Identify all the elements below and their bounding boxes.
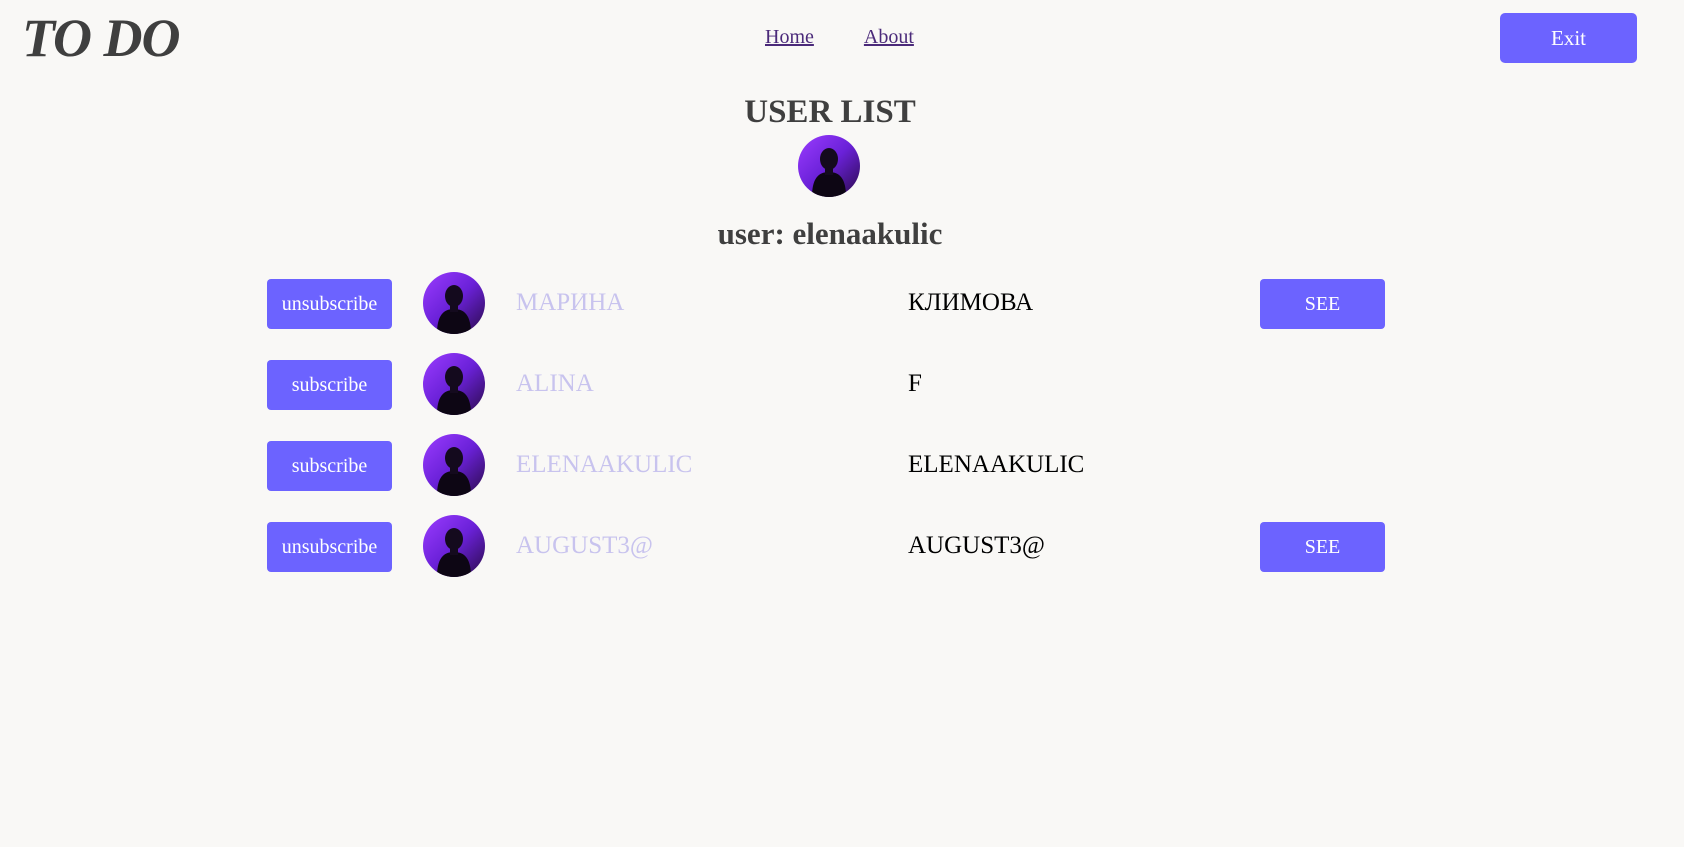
user-first-name: ELENAAKULIC [516, 451, 693, 478]
see-button[interactable]: SEE [1260, 522, 1385, 572]
exit-button[interactable]: Exit [1500, 13, 1637, 63]
nav-link-home[interactable]: Home [765, 26, 814, 49]
user-row: unsubscribe AUGUST3@ AUGUST3@ SEE [267, 515, 1387, 596]
see-button[interactable]: SEE [1260, 279, 1385, 329]
user-silhouette-icon [423, 434, 485, 496]
app-logo: TO DO [22, 8, 181, 68]
user-first-name: ALINA [516, 370, 594, 397]
user-last-name: ELENAAKULIC [908, 451, 1085, 478]
user-avatar[interactable] [423, 272, 485, 334]
user-silhouette-icon [423, 272, 485, 334]
page-title: USER LIST [744, 94, 916, 130]
user-silhouette-icon [423, 353, 485, 415]
current-user-avatar [798, 135, 860, 197]
subscribe-button[interactable]: subscribe [267, 360, 392, 410]
nav-link-about[interactable]: About [864, 26, 914, 49]
user-avatar[interactable] [423, 434, 485, 496]
user-avatar[interactable] [423, 515, 485, 577]
user-row: subscribe ELENAAKULIC ELENAAKULIC [267, 434, 1387, 515]
current-user-label: user: elenaakulic [717, 216, 943, 251]
user-avatar[interactable] [423, 353, 485, 415]
top-bar: TO DO Home About Exit [0, 0, 1684, 80]
user-row: subscribe ALINA F [267, 353, 1387, 434]
subscribe-button[interactable]: subscribe [267, 441, 392, 491]
user-first-name: AUGUST3@ [516, 532, 653, 559]
user-row: unsubscribe МАРИНА КЛИМОВА SEE [267, 272, 1387, 353]
user-list: unsubscribe МАРИНА КЛИМОВА SEE subscribe… [267, 272, 1387, 596]
unsubscribe-button[interactable]: unsubscribe [267, 522, 392, 572]
user-last-name: КЛИМОВА [908, 289, 1034, 316]
unsubscribe-button[interactable]: unsubscribe [267, 279, 392, 329]
user-silhouette-icon [798, 135, 860, 197]
user-last-name: AUGUST3@ [908, 532, 1045, 559]
user-first-name: МАРИНА [516, 289, 625, 316]
main-nav: Home About [765, 26, 914, 49]
user-silhouette-icon [423, 515, 485, 577]
user-last-name: F [908, 370, 922, 397]
